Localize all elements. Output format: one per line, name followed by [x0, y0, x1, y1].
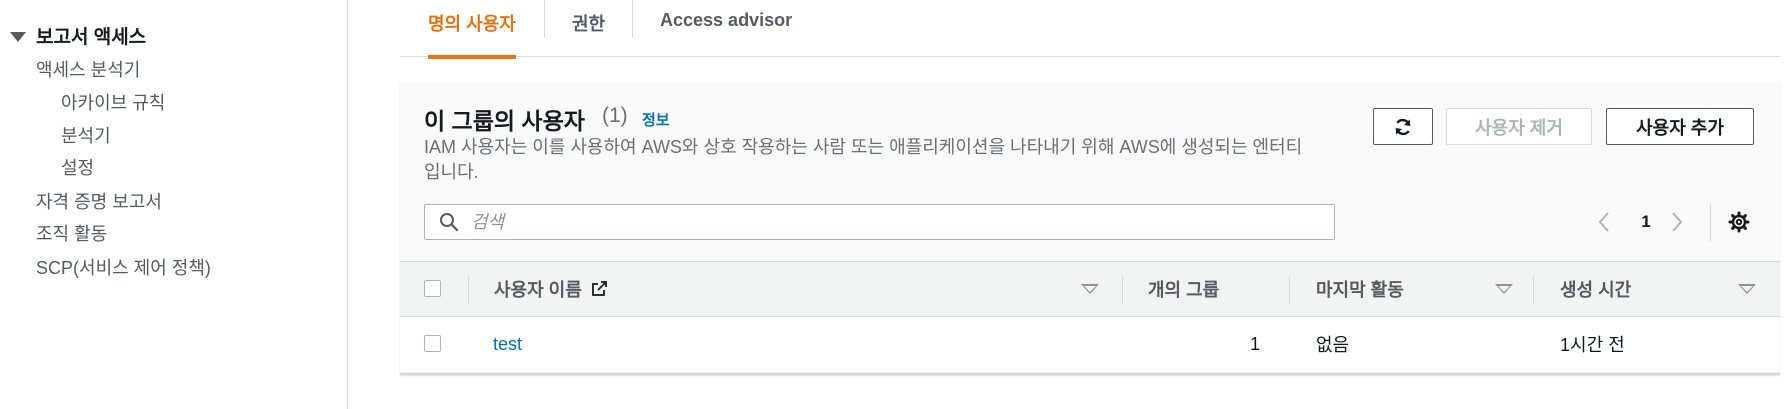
column-header-label: 사용자 이름: [494, 280, 582, 300]
table-settings-button[interactable]: [1728, 204, 1752, 240]
column-header-creation-time[interactable]: 생성 시간: [1560, 262, 1631, 316]
sidebar-item-access-analyzer[interactable]: 액세스 분석기: [36, 56, 140, 82]
column-divider: [1289, 276, 1290, 304]
add-user-button[interactable]: 사용자 추가: [1606, 108, 1754, 145]
table-header: 사용자 이름 개의 그룹 마지막 활동 생성 시간: [400, 261, 1780, 317]
sidebar-item-credential-report[interactable]: 자격 증명 보고서: [36, 188, 162, 214]
column-divider: [1122, 276, 1123, 304]
gear-icon: [1728, 211, 1750, 233]
search-input[interactable]: [471, 211, 1311, 233]
search-icon: [440, 213, 459, 232]
search-box: [424, 204, 1335, 240]
sidebar-item-settings[interactable]: 설정: [61, 154, 94, 180]
sidebar-section-access-reports[interactable]: 보고서 액세스: [10, 22, 146, 49]
chevron-right-icon: [1672, 212, 1683, 232]
pagination-divider: [1710, 204, 1711, 242]
column-header-last-activity[interactable]: 마지막 활동: [1316, 262, 1404, 316]
table-row: test 1 없음 1시간 전: [400, 317, 1780, 373]
refresh-button[interactable]: [1373, 108, 1433, 145]
users-panel: 이 그룹의 사용자 (1) 정보 IAM 사용자는 이를 사용하여 AWS와 상…: [400, 82, 1780, 375]
sidebar-item-organization-activity[interactable]: 조직 활동: [36, 220, 107, 246]
sidebar-item-scp[interactable]: SCP(서비스 제어 정책): [36, 254, 211, 280]
previous-page-button[interactable]: [1597, 204, 1617, 240]
tab-access-advisor[interactable]: Access advisor: [660, 0, 792, 57]
tab-divider: [544, 0, 545, 38]
external-link-icon: [591, 281, 607, 296]
info-link[interactable]: 정보: [642, 109, 670, 130]
user-name-link[interactable]: test: [493, 317, 522, 371]
sort-caret-icon[interactable]: [1495, 284, 1513, 294]
tab-users[interactable]: 명의 사용자: [428, 0, 516, 59]
column-header-groups[interactable]: 개의 그룹: [1148, 262, 1219, 316]
sidebar: 보고서 액세스 액세스 분석기 아카이브 규칙 분석기 설정 자격 증명 보고서…: [0, 0, 348, 409]
sidebar-item-analyzers[interactable]: 분석기: [61, 122, 111, 148]
tab-bar: 명의 사용자 권한 Access advisor: [400, 0, 1780, 59]
current-page-number[interactable]: 1: [1636, 204, 1656, 240]
sidebar-section-label: 보고서 액세스: [36, 27, 147, 48]
caret-down-icon: [10, 31, 26, 42]
sort-caret-icon[interactable]: [1738, 284, 1756, 294]
user-group-count: 1: [1250, 333, 1261, 354]
user-count: (1): [602, 104, 628, 127]
select-all-checkbox[interactable]: [424, 280, 441, 297]
panel-description: IAM 사용자는 이를 사용하여 AWS와 상호 작용하는 사람 또는 애플리케…: [424, 137, 1303, 182]
sidebar-item-archive-rules[interactable]: 아카이브 규칙: [61, 89, 165, 115]
row-select-checkbox[interactable]: [424, 335, 441, 352]
column-header-user-name[interactable]: 사용자 이름: [494, 262, 608, 316]
tab-permissions[interactable]: 권한: [572, 0, 605, 57]
chevron-left-icon: [1598, 212, 1609, 232]
tab-divider: [632, 0, 633, 38]
panel-title: 이 그룹의 사용자: [424, 108, 585, 134]
next-page-button[interactable]: [1670, 204, 1690, 240]
refresh-icon: [1395, 118, 1411, 135]
user-creation-time: 1시간 전: [1560, 335, 1625, 355]
column-divider: [1533, 276, 1534, 304]
remove-user-button[interactable]: 사용자 제거: [1446, 108, 1592, 145]
user-last-activity: 없음: [1316, 335, 1350, 355]
sort-caret-icon[interactable]: [1081, 284, 1099, 294]
column-divider: [468, 276, 469, 304]
